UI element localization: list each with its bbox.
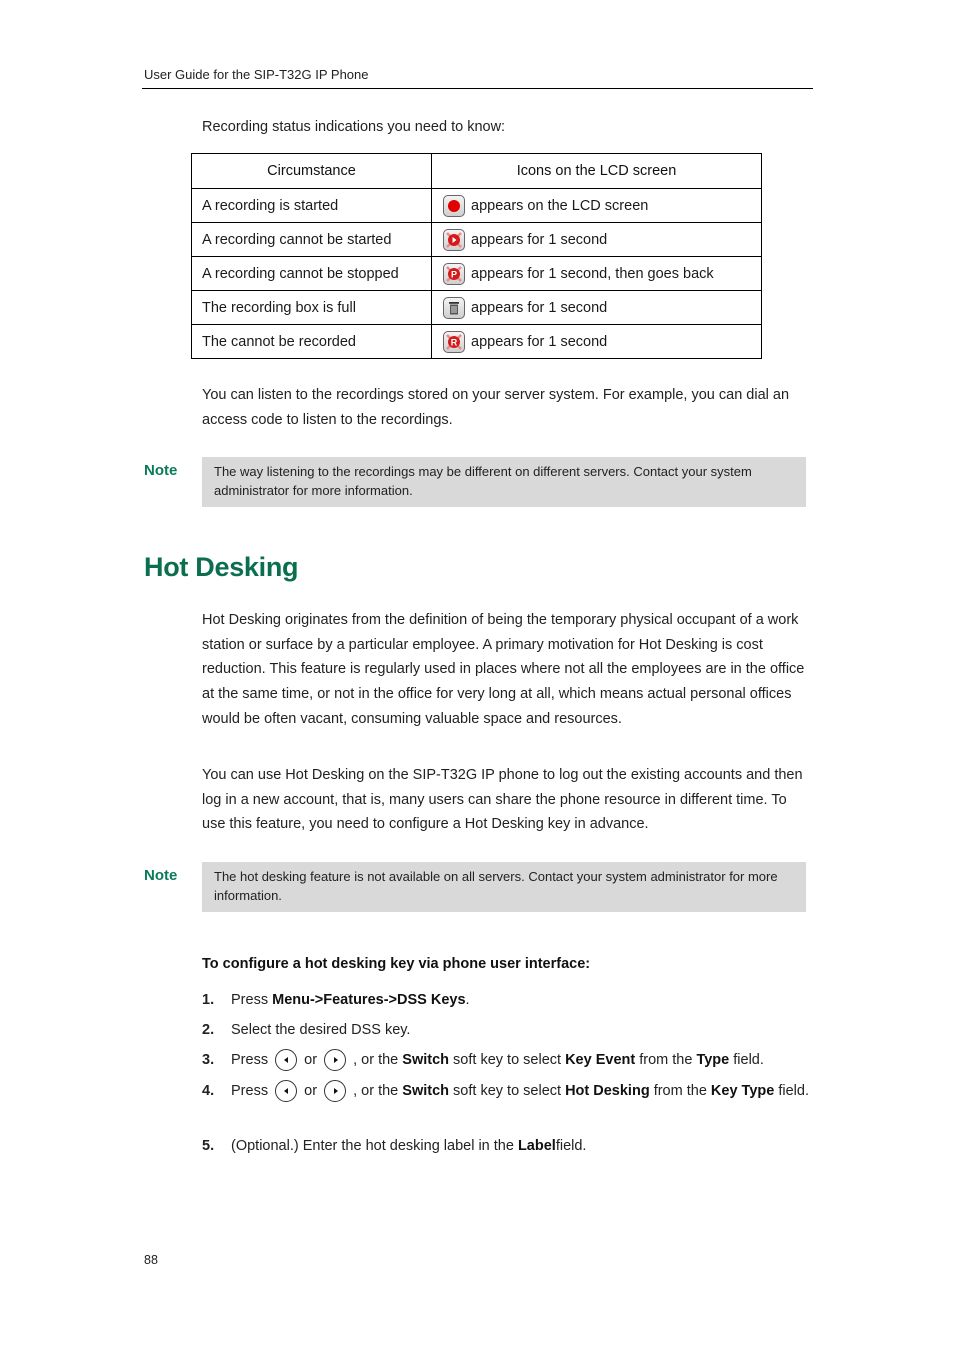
procedure-step: 4. Press or , or the Switch soft key to s… [202, 1079, 821, 1104]
softkey-name: Switch [402, 1052, 450, 1068]
icon-cell: appears for 1 second [431, 222, 762, 257]
hot-desking-usage-paragraph: You can use Hot Desking on the SIP-T32G … [202, 767, 803, 833]
icon-cell: P appears for 1 second, then goes back [431, 256, 762, 291]
running-header: User Guide for the SIP-T32G IP Phone [144, 67, 369, 82]
recording-status-table: Circumstance Icons on the LCD screen A r… [191, 153, 762, 359]
step-text: Press [231, 992, 269, 1008]
circumstance-cell: A recording cannot be stopped [191, 256, 432, 291]
record-dot-icon [443, 194, 465, 217]
icon-cell: appears for 1 second [431, 290, 762, 325]
step-text: or [304, 1052, 318, 1068]
record-start-failed-icon [443, 228, 465, 251]
procedure-step: 5. (Optional.) Enter the hot desking labe… [202, 1134, 814, 1159]
icon-description: appears for 1 second [471, 333, 608, 350]
hot-desking-paragraph: Hot Desking originates from the definiti… [202, 612, 805, 727]
table-row: A recording cannot be started appears fo… [191, 222, 762, 257]
table-row: The cannot be recorded R appears for 1 s… [191, 324, 762, 359]
option-value: Key Event [565, 1052, 636, 1068]
step-number: 5. [202, 1138, 215, 1154]
option-value: Hot Desking [565, 1083, 650, 1099]
step-text: Select the desired DSS key. [231, 1022, 411, 1038]
field-name: Type [696, 1052, 730, 1068]
table-row: A recording cannot be stopped P appears … [191, 256, 762, 291]
step-text: soft key to select [453, 1052, 562, 1068]
step-text: (Optional.) Enter the hot desking label … [231, 1138, 514, 1154]
cannot-record-icon: R [443, 330, 465, 353]
step-text: soft key to select [453, 1083, 562, 1099]
procedure-title: To configure a hot desking key via phone… [202, 956, 591, 972]
svg-text:R: R [451, 337, 458, 347]
circumstance-cell: The cannot be recorded [191, 324, 432, 359]
header-divider [142, 88, 813, 89]
table-row: A recording is started appears on the LC… [191, 188, 762, 223]
icon-description: appears for 1 second, then goes back [471, 265, 714, 282]
left-navigation-key-icon [275, 1049, 298, 1072]
icon-cell: appears on the LCD screen [431, 188, 762, 223]
step-text: from the [639, 1052, 693, 1068]
field-name: Label [517, 1138, 556, 1154]
softkey-name: Switch [402, 1083, 450, 1099]
step-text: from the [653, 1083, 707, 1099]
step-text: Press [231, 1083, 269, 1099]
menu-path: Menu->Features->DSS Keys [272, 992, 466, 1008]
note-box: The way listening to the recordings may … [202, 457, 806, 507]
recording-box-full-icon [443, 296, 465, 319]
icon-description: appears on the LCD screen [471, 197, 649, 214]
table-header-row: Circumstance Icons on the LCD screen [191, 153, 762, 189]
procedure-step: 2. Select the desired DSS key. [202, 1018, 814, 1043]
step-text: or [304, 1083, 318, 1099]
step-text: Press [231, 1052, 269, 1068]
right-navigation-key-icon [324, 1080, 347, 1103]
step-text: field. [778, 1083, 809, 1099]
step-text: . [465, 992, 470, 1008]
icon-description: appears for 1 second [471, 299, 608, 316]
listen-paragraph: You can listen to the recordings stored … [202, 387, 790, 428]
icon-cell: R appears for 1 second [431, 324, 762, 359]
circumstance-cell: A recording is started [191, 188, 432, 223]
icon-description: appears for 1 second [471, 231, 608, 248]
page-number: 88 [144, 1253, 158, 1267]
procedure-step: 1. Press Menu->Features->DSS Keys. [202, 988, 814, 1013]
section-title: Hot Desking [144, 552, 299, 582]
note-label: Note [144, 867, 178, 884]
procedure-step: 3. Press or , or the Switch soft key to s… [202, 1048, 814, 1073]
column-header: Icons on the LCD screen [431, 153, 762, 189]
step-number: 3. [202, 1052, 215, 1068]
circumstance-cell: The recording box is full [191, 290, 432, 325]
step-number: 4. [202, 1083, 215, 1099]
column-header: Circumstance [191, 153, 432, 189]
field-name: Key Type [710, 1083, 775, 1099]
note-label: Note [144, 462, 178, 479]
right-navigation-key-icon [324, 1049, 347, 1072]
step-number: 1. [202, 992, 215, 1008]
table-row: The recording box is full appears for 1 … [191, 290, 762, 325]
step-text: , or the [353, 1052, 399, 1068]
svg-text:P: P [451, 269, 457, 279]
step-text: field. [733, 1052, 764, 1068]
step-text: field. [555, 1138, 587, 1154]
left-navigation-key-icon [275, 1080, 298, 1103]
circumstance-cell: A recording cannot be started [191, 222, 432, 257]
record-pause-failed-icon: P [443, 262, 465, 285]
step-number: 2. [202, 1022, 215, 1038]
intro-text: Recording status indications you need to… [202, 119, 506, 135]
note-box: The hot desking feature is not available… [202, 862, 806, 912]
step-text: , or the [353, 1083, 399, 1099]
